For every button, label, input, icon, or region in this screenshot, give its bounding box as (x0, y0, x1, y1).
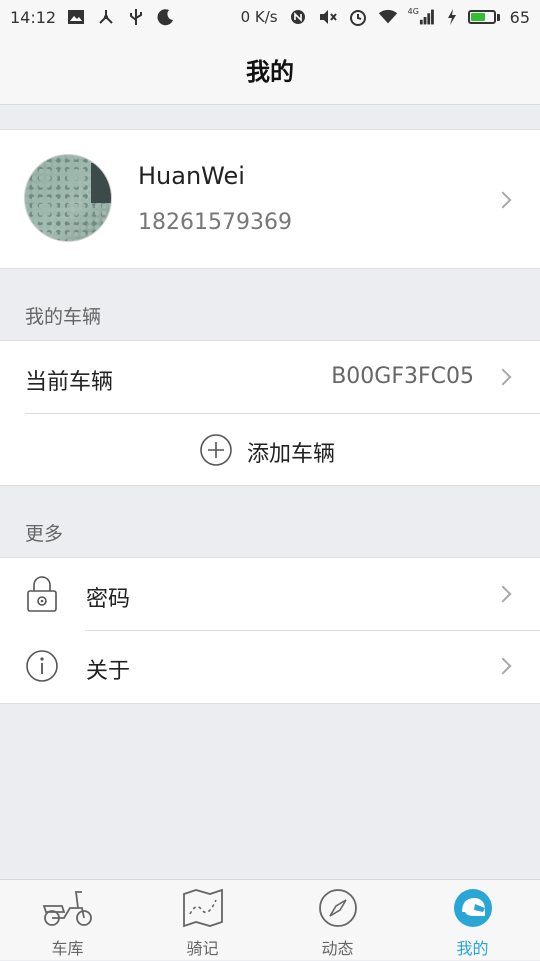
password-label: 密码 (86, 587, 131, 612)
share-icon (96, 7, 116, 27)
alarm-icon (348, 7, 368, 27)
vehicles-card: 当前车辆 B00GF3FC05 添加车辆 (0, 340, 540, 486)
compass-icon (318, 889, 357, 927)
info-icon (26, 650, 58, 686)
current-vehicle-row[interactable]: 当前车辆 B00GF3FC05 (0, 341, 540, 413)
wifi-icon (378, 7, 398, 27)
tab-label: 动态 (321, 939, 354, 958)
section-label-more: 更多 (25, 523, 64, 545)
current-vehicle-label: 当前车辆 (25, 370, 114, 395)
tab-label: 骑记 (186, 939, 219, 958)
charging-icon (446, 7, 458, 27)
add-vehicle-button[interactable]: 添加车辆 (0, 414, 540, 485)
profile-card[interactable] (0, 129, 540, 269)
current-vehicle-chevron-icon (494, 368, 512, 386)
profile-name: HuanWei (138, 162, 245, 190)
add-circle-icon (199, 433, 233, 471)
status-time: 14:12 (10, 7, 57, 27)
image-icon (66, 7, 86, 27)
tab-label: 我的 (456, 939, 489, 958)
add-vehicle-label: 添加车辆 (247, 442, 336, 467)
tab-mine[interactable]: 我的 (405, 880, 540, 961)
more-card: 密码 关于 (0, 557, 540, 704)
scooter-icon (42, 891, 92, 926)
signal-icon: 4G (408, 7, 436, 27)
signal-type: 4G (407, 6, 419, 16)
tab-label: 车库 (51, 939, 84, 958)
bottom-tab-bar: 车库 骑记 动态 我的 (0, 879, 540, 960)
header: 我的 (0, 34, 540, 105)
current-vehicle-value: B00GF3FC05 (331, 364, 474, 389)
about-chevron-icon (494, 657, 512, 675)
usb-icon (126, 7, 146, 27)
battery-percent: 65 (509, 7, 530, 27)
mute-icon (318, 7, 338, 27)
battery-level (470, 13, 485, 21)
password-row[interactable]: 密码 (0, 558, 540, 630)
map-icon (182, 888, 223, 928)
tab-garage[interactable]: 车库 (0, 880, 135, 961)
lock-icon (26, 575, 58, 617)
avatar[interactable] (24, 154, 112, 242)
profile-chevron-icon (494, 191, 512, 209)
about-label: 关于 (86, 659, 131, 684)
profile-phone: 18261579369 (138, 210, 292, 235)
status-bar: 14:12 0 K/s 4G 65 (0, 0, 540, 34)
section-label-vehicles: 我的车辆 (25, 306, 102, 328)
helmet-icon (453, 889, 492, 927)
nfc-icon (288, 7, 308, 27)
password-chevron-icon (494, 585, 512, 603)
tab-rides[interactable]: 骑记 (135, 880, 270, 961)
page-title: 我的 (246, 57, 294, 86)
net-speed: 0 K/s (240, 8, 278, 26)
tab-feed[interactable]: 动态 (270, 880, 405, 961)
about-row[interactable]: 关于 (0, 631, 540, 703)
moon-icon (156, 7, 176, 27)
battery-icon (467, 10, 500, 24)
